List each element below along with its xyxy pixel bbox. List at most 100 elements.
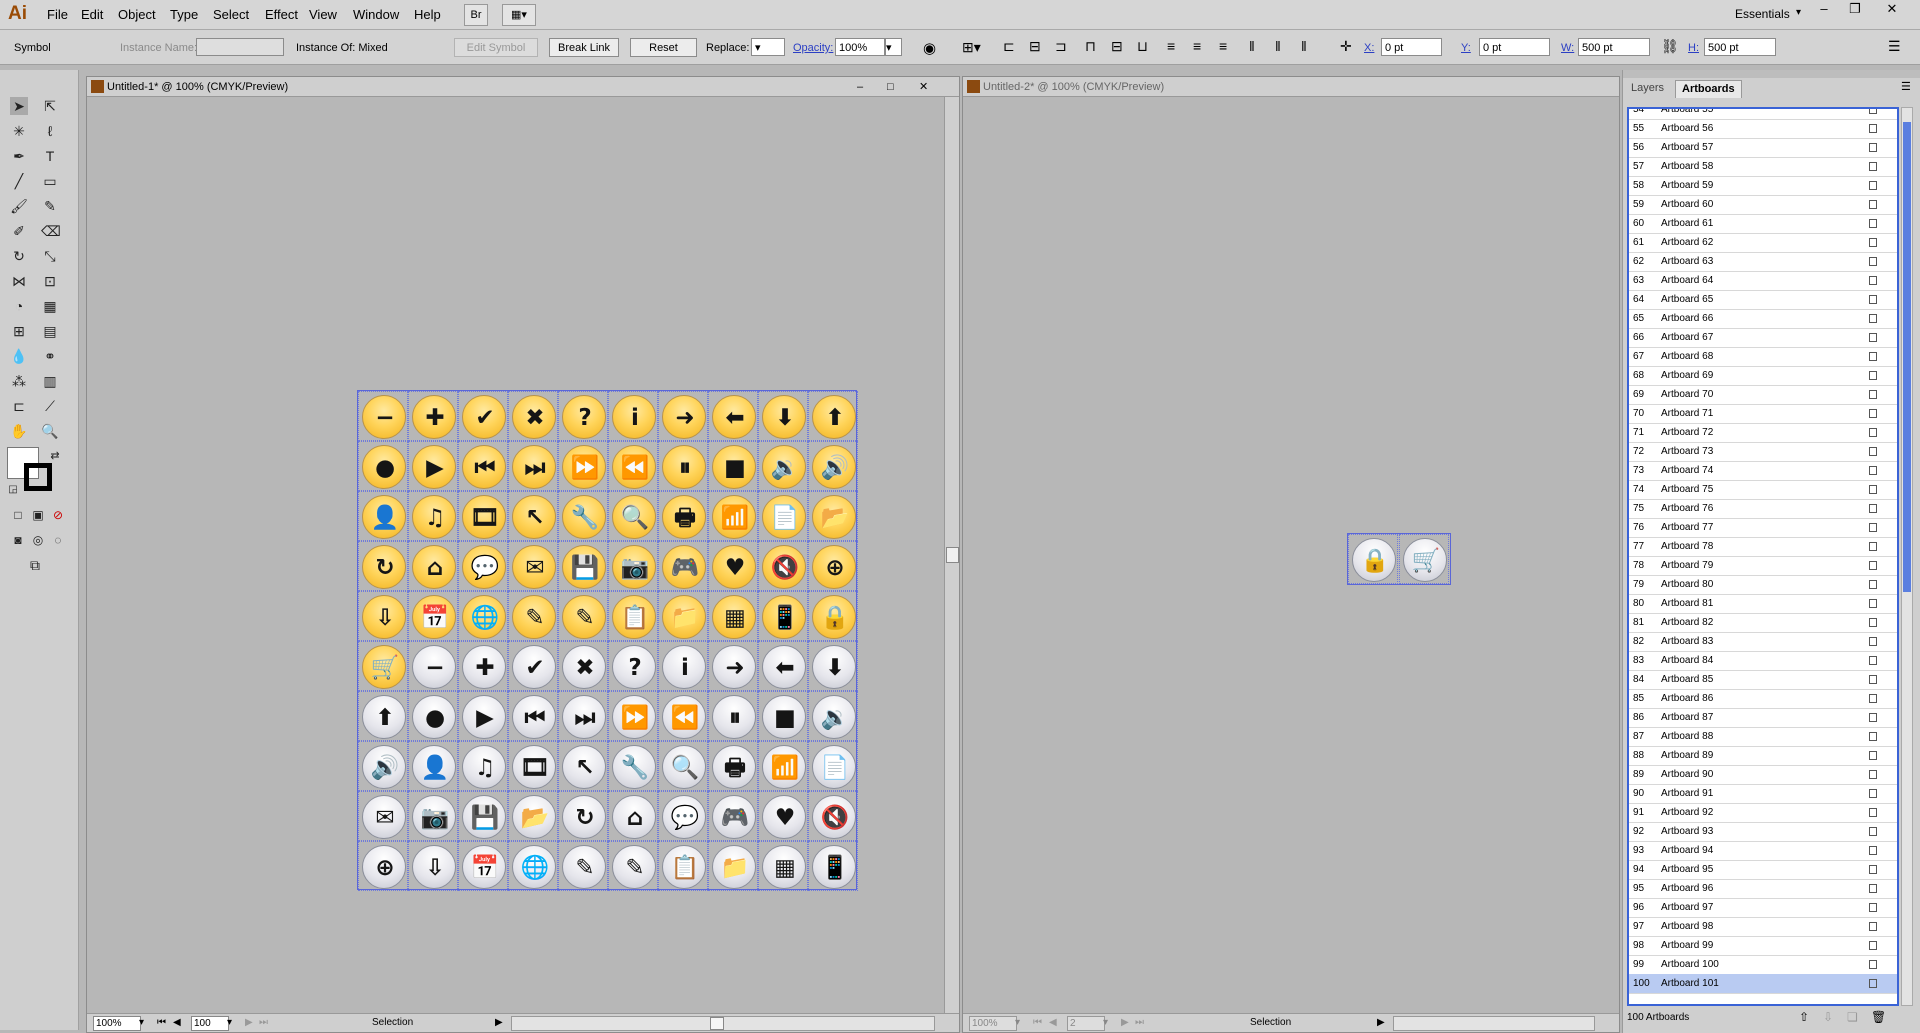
symbol-cell[interactable]: ✎ — [608, 841, 658, 891]
transform-icon[interactable]: ⊞▾ — [962, 39, 981, 56]
artboard-row[interactable]: 62 Artboard 63 — [1629, 252, 1897, 272]
menu-help[interactable]: Help — [414, 7, 441, 22]
horizontal-scrollbar[interactable] — [1393, 1016, 1595, 1031]
constrain-proportions-icon[interactable]: ⛓ — [1661, 38, 1679, 55]
symbol-cell[interactable]: 📱 — [808, 841, 858, 891]
symbol-cell[interactable]: ? — [608, 641, 658, 691]
artboard-row[interactable]: 65 Artboard 66 — [1629, 309, 1897, 329]
artboard-name[interactable]: Artboard 79 — [1661, 556, 1861, 575]
yellow-icon-button[interactable]: ▦ — [712, 595, 756, 639]
artboard-name[interactable]: Artboard 97 — [1661, 898, 1861, 917]
instance-name-field[interactable] — [196, 38, 284, 56]
status-text[interactable]: Selection — [372, 1014, 413, 1032]
artboard-options-icon[interactable] — [1869, 352, 1877, 361]
artboard-options-icon[interactable] — [1869, 941, 1877, 950]
artboard-options-icon[interactable] — [1869, 485, 1877, 494]
tab-artboards[interactable]: Artboards — [1675, 80, 1742, 98]
artboard-options-icon[interactable] — [1869, 675, 1877, 684]
yellow-icon-button[interactable]: ⏪ — [612, 445, 656, 489]
horizontal-scroll-thumb[interactable] — [710, 1017, 724, 1030]
symbol-cell[interactable]: 🔉 — [758, 441, 808, 491]
artboard-chevron-icon[interactable]: ▾ — [1103, 1014, 1108, 1032]
symbol-cell[interactable]: 📷 — [608, 541, 658, 591]
yellow-icon-button[interactable]: ▶ — [412, 445, 456, 489]
gray-icon-button[interactable]: ⏮ — [512, 695, 556, 739]
yellow-icon-button[interactable]: 📅 — [412, 595, 456, 639]
artboard-number-field[interactable]: 100 — [191, 1016, 229, 1031]
artboard-name[interactable]: Artboard 100 — [1661, 955, 1861, 974]
artboard-options-icon[interactable] — [1869, 713, 1877, 722]
paintbrush-tool-icon[interactable]: 🖌 — [10, 197, 28, 215]
symbol-cell[interactable]: 🎮 — [708, 791, 758, 841]
reference-point-icon[interactable]: ✛ — [1340, 38, 1352, 55]
align-center-icon[interactable]: ⊟ — [1029, 38, 1041, 55]
artboard-options-icon[interactable] — [1869, 428, 1877, 437]
yellow-icon-button[interactable]: 🎞 — [462, 495, 506, 539]
yellow-icon-button[interactable]: i — [612, 395, 656, 439]
artboard-options-icon[interactable] — [1869, 371, 1877, 380]
symbol-cell[interactable]: 🔧 — [608, 741, 658, 791]
symbol-cell[interactable]: ⬅ — [708, 391, 758, 441]
symbol-cell[interactable]: ⏩ — [608, 691, 658, 741]
move-up-icon[interactable]: ⇧ — [1799, 1010, 1809, 1024]
symbol-cell[interactable]: ✉ — [358, 791, 408, 841]
artboard-row[interactable]: 86 Artboard 87 — [1629, 708, 1897, 728]
gray-icon-button[interactable]: ⌂ — [612, 795, 656, 839]
shape-builder-tool-icon[interactable]: ◔ — [10, 297, 28, 315]
symbol-cell[interactable]: ⌂ — [408, 541, 458, 591]
artboard-row[interactable]: 58 Artboard 59 — [1629, 176, 1897, 196]
distribute-bottom-icon[interactable]: ≡ — [1219, 38, 1227, 54]
gray-icon-button[interactable]: ? — [612, 645, 656, 689]
artboard-row[interactable]: 73 Artboard 74 — [1629, 461, 1897, 481]
line-tool-icon[interactable]: ╱ — [10, 172, 28, 190]
artboard-row[interactable]: 88 Artboard 89 — [1629, 746, 1897, 766]
artboard-row[interactable]: 66 Artboard 67 — [1629, 328, 1897, 348]
gray-icon-button[interactable]: ➜ — [712, 645, 756, 689]
replace-dropdown[interactable]: ▾ — [751, 38, 785, 56]
draw-normal-icon[interactable]: ◙ — [9, 531, 27, 549]
symbol-cell[interactable]: ⊕ — [808, 541, 858, 591]
artboard-name[interactable]: Artboard 87 — [1661, 708, 1861, 727]
zoom-field[interactable]: 100% — [969, 1016, 1017, 1031]
rotate-tool-icon[interactable]: ↻ — [10, 247, 28, 265]
symbol-cell[interactable]: ● — [358, 441, 408, 491]
symbol-cell[interactable]: 📶 — [758, 741, 808, 791]
symbol-cell[interactable]: ⬆ — [358, 691, 408, 741]
artboard-row[interactable]: 72 Artboard 73 — [1629, 442, 1897, 462]
gray-icon-button[interactable]: 📷 — [412, 795, 456, 839]
yellow-icon-button[interactable]: 📁 — [662, 595, 706, 639]
symbol-cell[interactable]: 📁 — [708, 841, 758, 891]
h-field[interactable]: 500 pt — [1704, 38, 1776, 56]
artboard-name[interactable]: Artboard 98 — [1661, 917, 1861, 936]
symbol-cell[interactable]: 👤 — [408, 741, 458, 791]
artboard-name[interactable]: Artboard 82 — [1661, 613, 1861, 632]
symbol-cell[interactable]: ▶ — [408, 441, 458, 491]
artboard-row[interactable]: 71 Artboard 72 — [1629, 423, 1897, 443]
gray-icon-button[interactable]: ✎ — [612, 845, 656, 889]
gray-icon-button[interactable]: 📶 — [762, 745, 806, 789]
gray-icon-button[interactable]: ⇩ — [412, 845, 456, 889]
gray-icon-button[interactable]: 🛒 — [1403, 538, 1447, 582]
blob-brush-tool-icon[interactable]: ✐ — [10, 222, 28, 240]
symbol-cell[interactable]: ↖ — [508, 491, 558, 541]
symbol-cell[interactable]: ? — [558, 391, 608, 441]
zoom-field[interactable]: 100% — [93, 1016, 141, 1031]
symbol-cell[interactable]: ✖ — [558, 641, 608, 691]
artboard-options-icon[interactable] — [1869, 561, 1877, 570]
last-artboard-icon[interactable]: ⏭ — [1135, 1014, 1144, 1032]
artboard-options-icon[interactable] — [1869, 865, 1877, 874]
artboard-name[interactable]: Artboard 73 — [1661, 442, 1861, 461]
y-label[interactable]: Y: — [1461, 42, 1471, 54]
status-menu-icon[interactable]: ▶ — [1377, 1014, 1385, 1032]
artboard-name[interactable]: Artboard 88 — [1661, 727, 1861, 746]
menu-object[interactable]: Object — [118, 7, 156, 22]
yellow-icon-button[interactable]: ? — [562, 395, 606, 439]
align-bottom-icon[interactable]: ⊔ — [1137, 38, 1148, 55]
gray-icon-button[interactable]: ▶ — [462, 695, 506, 739]
artboard-name[interactable]: Artboard 55 — [1661, 109, 1861, 119]
artboard-row[interactable]: 61 Artboard 62 — [1629, 233, 1897, 253]
artboard-row[interactable]: 70 Artboard 71 — [1629, 404, 1897, 424]
yellow-icon-button[interactable]: ✖ — [512, 395, 556, 439]
artboard-options-icon[interactable] — [1869, 960, 1877, 969]
distribute-left-icon[interactable]: ‖ — [1249, 38, 1255, 54]
